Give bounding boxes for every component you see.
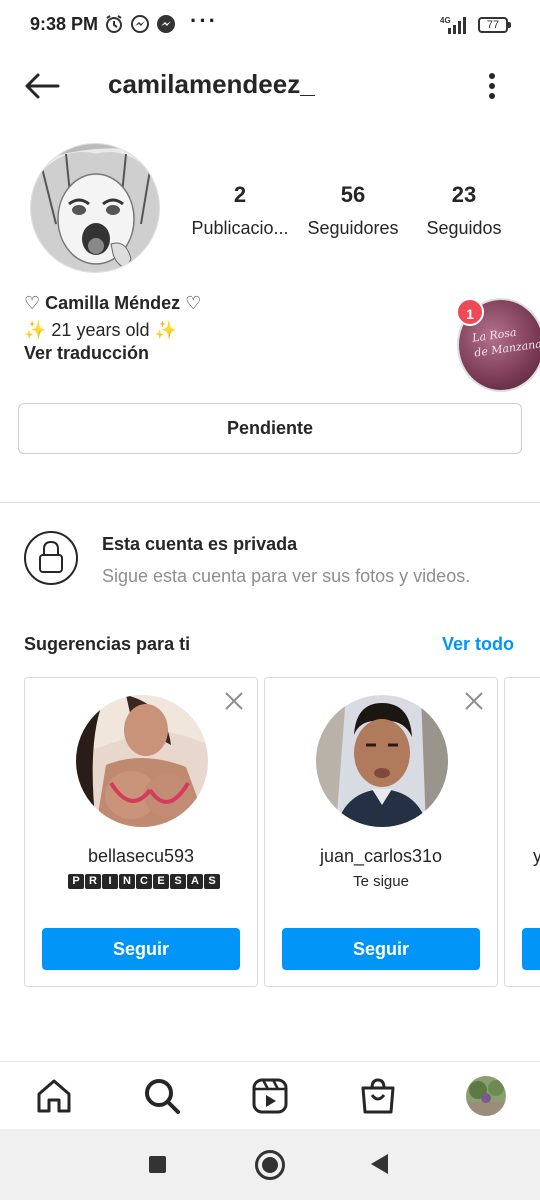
status-time: 9:38 PM bbox=[30, 14, 99, 34]
home-circle-icon[interactable] bbox=[255, 1150, 285, 1180]
private-account-title: Esta cuenta es privada bbox=[102, 534, 298, 554]
status-bar: 9:38 PM ··· 4G 77 bbox=[0, 0, 540, 52]
followers-stat[interactable]: 56 Seguidores bbox=[300, 182, 406, 239]
avatar-image bbox=[31, 144, 159, 272]
follow-button[interactable]: Seguir bbox=[42, 928, 240, 970]
following-count: 23 bbox=[451, 182, 477, 207]
suggestion-subtitle: Te sigue bbox=[353, 873, 409, 890]
profile-header: camilamendeez_ bbox=[0, 52, 540, 122]
system-navigation bbox=[0, 1129, 540, 1200]
bio-age: 21 years old bbox=[46, 320, 155, 340]
follow-button[interactable]: Seguir bbox=[282, 928, 480, 970]
following-stat[interactable]: 23 Seguidos bbox=[420, 182, 508, 239]
bio-name: ♡ Camilla Méndez ♡ bbox=[24, 293, 202, 313]
suggestion-username[interactable]: y bbox=[533, 846, 540, 867]
suggestion-username[interactable]: juan_carlos31o bbox=[265, 846, 497, 867]
suggestion-avatar[interactable] bbox=[316, 695, 448, 827]
suggestion-subtitle: P R I N C E S A S bbox=[68, 874, 220, 889]
suggestion-card[interactable]: juan_carlos31o Te sigue Seguir bbox=[264, 677, 498, 987]
bio-age-line: ✨ 21 years old ✨ bbox=[24, 317, 201, 344]
recent-apps-icon[interactable] bbox=[149, 1156, 166, 1173]
vertical-dots-icon[interactable] bbox=[478, 68, 506, 104]
back-arrow-icon[interactable] bbox=[22, 70, 62, 102]
see-translation-link[interactable]: Ver traducción bbox=[24, 343, 149, 364]
messenger-icon bbox=[131, 15, 149, 33]
follow-button[interactable] bbox=[522, 928, 540, 970]
followers-label: Seguidores bbox=[307, 218, 399, 238]
close-icon[interactable] bbox=[223, 690, 245, 712]
profile-avatar[interactable] bbox=[30, 143, 160, 273]
home-icon[interactable] bbox=[34, 1076, 74, 1116]
suggestion-card[interactable]: bellasecu593 P R I N C E S A S Seguir bbox=[24, 677, 258, 987]
posts-count: 2 bbox=[233, 182, 247, 207]
back-triangle-icon[interactable] bbox=[371, 1154, 388, 1174]
notification-badge: 1 bbox=[456, 298, 484, 326]
suggestion-username[interactable]: bellasecu593 bbox=[25, 846, 257, 867]
suggestions-title: Sugerencias para ti bbox=[24, 634, 191, 654]
shop-icon[interactable] bbox=[358, 1076, 398, 1116]
reels-icon[interactable] bbox=[250, 1076, 290, 1116]
divider bbox=[0, 502, 540, 503]
suggestion-card[interactable]: y bbox=[504, 677, 540, 987]
messenger-icon bbox=[157, 15, 175, 33]
more-dots-icon: ··· bbox=[190, 8, 218, 33]
battery-icon: 77 bbox=[478, 17, 511, 33]
highlight-text: La Rosa de Manzana bbox=[471, 325, 540, 360]
profile-bio: ♡ Camilla Méndez ♡ ✨ 21 years old ✨ bbox=[24, 290, 201, 344]
see-all-link[interactable]: Ver todo bbox=[442, 634, 514, 655]
pending-button[interactable]: Pendiente bbox=[18, 403, 522, 454]
search-icon[interactable] bbox=[142, 1076, 182, 1116]
sparkle-icon: ✨ bbox=[24, 320, 47, 340]
suggestion-avatar[interactable] bbox=[76, 695, 208, 827]
following-label: Seguidos bbox=[426, 218, 502, 238]
followers-count: 56 bbox=[340, 182, 366, 207]
alarm-icon bbox=[106, 15, 122, 33]
profile-username: camilamendeez_ bbox=[108, 69, 315, 99]
close-icon[interactable] bbox=[463, 690, 485, 712]
posts-label: Publicacio... bbox=[191, 218, 289, 238]
sparkle-icon: ✨ bbox=[154, 320, 177, 340]
posts-stat[interactable]: 2 Publicacio... bbox=[184, 182, 296, 239]
bottom-navigation bbox=[0, 1061, 540, 1129]
lock-icon bbox=[24, 531, 78, 585]
private-account-subtitle: Sigue esta cuenta para ver sus fotos y v… bbox=[102, 566, 471, 586]
profile-avatar[interactable] bbox=[466, 1076, 506, 1116]
signal-icon bbox=[448, 17, 466, 34]
